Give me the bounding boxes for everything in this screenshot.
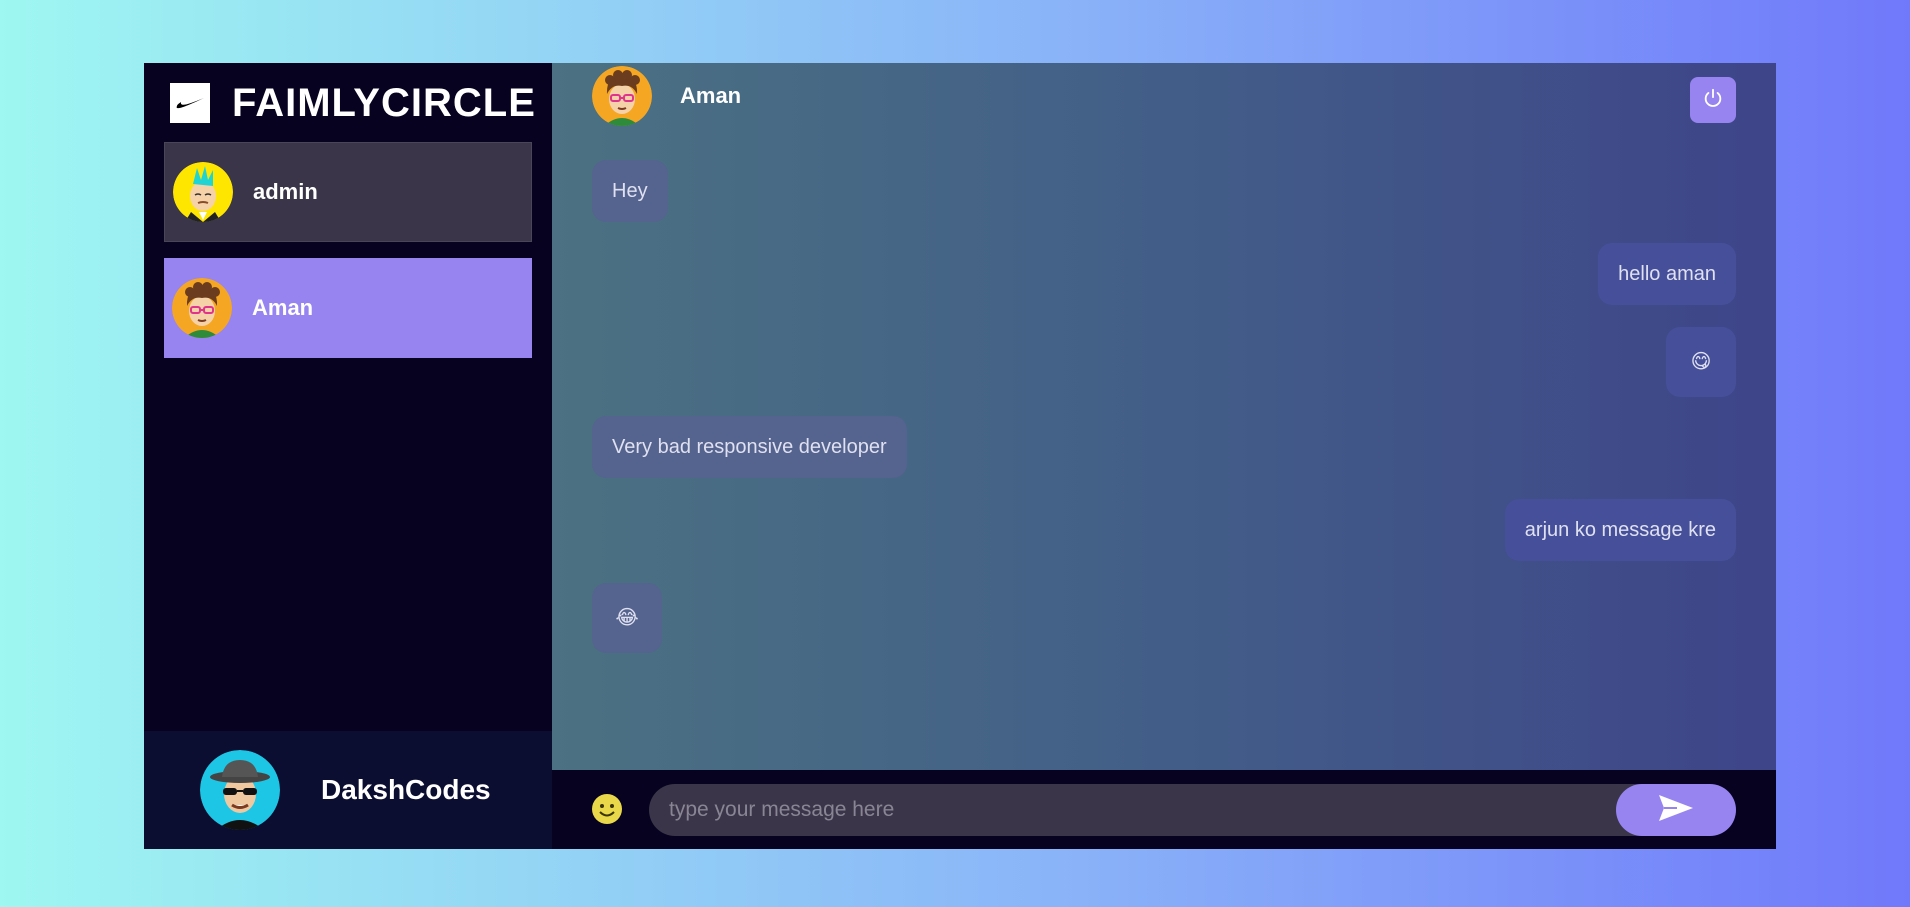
contact-name: admin [253, 179, 318, 204]
message-input[interactable] [649, 784, 1729, 836]
current-user-avatar [200, 750, 280, 830]
aman-avatar [172, 278, 232, 338]
app-title: FAIMLYCIRCLE [232, 80, 536, 125]
recipient-name: Aman [680, 83, 742, 108]
emoji-picker-button[interactable] [590, 792, 624, 826]
message-outgoing: 😋 [1666, 327, 1736, 397]
send-icon [1657, 793, 1695, 828]
current-user-name: DakshCodes [321, 774, 491, 805]
chat-panel: Aman Hey hello aman 😋 Very bad responsiv… [552, 63, 1776, 849]
brand-header: FAIMLYCIRCLE [144, 63, 552, 143]
message-incoming: Very bad responsive developer [592, 416, 907, 478]
send-button[interactable] [1616, 784, 1736, 836]
admin-avatar [173, 162, 233, 222]
message-outgoing: hello aman [1598, 243, 1736, 305]
logout-button[interactable] [1690, 77, 1736, 123]
contact-item-admin[interactable]: admin [164, 142, 532, 242]
contact-item-aman[interactable]: Aman [164, 258, 532, 358]
message-incoming: 😂 [592, 583, 662, 653]
message-input-wrapper [649, 784, 1729, 836]
message-incoming: Hey [592, 160, 668, 222]
power-icon [1702, 87, 1724, 114]
recipient-avatar [592, 66, 652, 126]
sidebar: FAIMLYCIRCLE admin Aman DakshCodes [144, 63, 552, 849]
message-outgoing: arjun ko message kre [1504, 499, 1736, 561]
app-window: FAIMLYCIRCLE admin Aman DakshCodes Aman … [144, 63, 1776, 849]
message-composer [552, 770, 1776, 849]
chat-header: Aman [552, 63, 1776, 133]
smiley-icon [590, 794, 624, 830]
contact-name: Aman [252, 295, 314, 320]
swoosh-logo-icon [170, 83, 210, 123]
current-user-panel: DakshCodes [144, 731, 552, 849]
